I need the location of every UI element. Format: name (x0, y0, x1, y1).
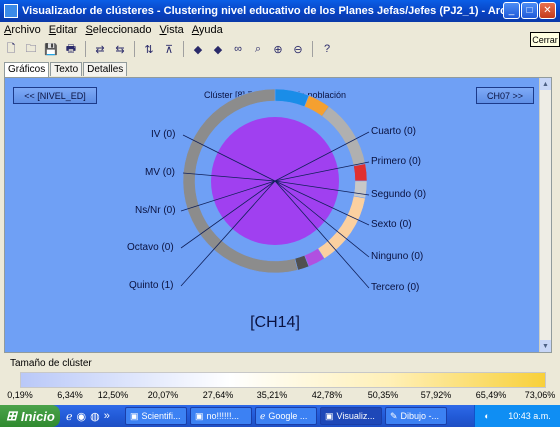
vertical-scrollbar[interactable]: ▲ ▼ (539, 78, 551, 352)
task-scientific[interactable]: ▣ Scientifi... (125, 407, 187, 425)
task-google[interactable]: ℯ Google ... (255, 407, 317, 425)
menu-archivo[interactable]: Archivo (4, 24, 41, 36)
task-label: Scientifi... (141, 411, 181, 421)
close-button[interactable]: ✕ (539, 2, 556, 19)
forward-icon[interactable]: ◆ (209, 40, 227, 58)
tab-detalles[interactable]: Detalles (83, 62, 128, 76)
size-tick: 35,21% (256, 390, 288, 400)
cluster-size-label: Tamaño de clúster (10, 358, 92, 369)
task-label: Google ... (268, 411, 308, 421)
size-tick: 73,06% (524, 390, 556, 400)
pie-label-sexto: Sexto (0) (371, 219, 412, 230)
task-label: no!!!!!!... (206, 411, 240, 421)
clock: 10:43 a.m. (508, 411, 551, 421)
taskbar: ⊞ Inicio ℯ ◉ ◍ » ▣ Scientifi... ▣ no!!!!!!… (0, 405, 560, 427)
cluster-size-gradient (20, 372, 546, 388)
print-icon[interactable]: 🖶 (62, 40, 80, 58)
size-tick: 50,35% (367, 390, 399, 400)
zoom-out-icon[interactable]: ⊖ (289, 40, 307, 58)
tab-texto[interactable]: Texto (50, 62, 83, 76)
size-tick: 20,07% (147, 390, 179, 400)
toolbar: 🗋 🗀 💾 🖶 ⇄ ⇆ ⇅ ⊼ ◆ ◆ ∞ ⌕ ⊕ ⊖ ? (2, 38, 336, 60)
task-icon: ▣ (325, 410, 334, 421)
ie-icon[interactable]: ℯ (66, 410, 73, 423)
tray-network-icon[interactable]: ◐ (484, 411, 489, 421)
new-icon[interactable]: 🗋 (2, 40, 20, 58)
task-label: Dibujo -... (400, 411, 440, 421)
scroll-up-arrow-icon[interactable]: ▲ (540, 78, 551, 90)
task-icon: ℯ (260, 410, 266, 421)
task-label: Visualiz... (336, 411, 375, 421)
view-tabs: Gráficos Texto Detalles (4, 62, 128, 77)
title-bar: Visualizador de clústeres - Clustering n… (0, 0, 560, 22)
toolbar-separator (183, 41, 184, 57)
cluster-pie-chart (180, 88, 370, 289)
app-icon (4, 4, 18, 18)
task-icon: ✎ (390, 410, 398, 421)
zoom-in-icon[interactable]: ⊕ (269, 40, 287, 58)
close-tooltip: Cerrar (530, 32, 560, 47)
quick-launch: ℯ ◉ ◍ » (60, 410, 122, 423)
swap-icon[interactable]: ⇄ (91, 40, 109, 58)
toolbar-separator (312, 41, 313, 57)
cluster-size-ticks: 0,19% 6,34% 12,50% 20,07% 27,64% 35,21% … (0, 390, 560, 404)
menu-vista[interactable]: Vista (160, 24, 184, 36)
size-tick: 12,50% (97, 390, 129, 400)
zoom-rect-icon[interactable]: ⌕ (249, 40, 267, 58)
toolbar-separator (134, 41, 135, 57)
pie-label-nsnr: Ns/Nr (0) (135, 205, 176, 216)
task-no[interactable]: ▣ no!!!!!!... (190, 407, 252, 425)
toolbar-separator (85, 41, 86, 57)
size-tick: 42,78% (311, 390, 343, 400)
pie-label-tercero: Tercero (0) (371, 282, 420, 293)
swap-alt-icon[interactable]: ⇆ (111, 40, 129, 58)
system-tray: ◐ 10:43 a.m. (474, 405, 560, 427)
filter-icon[interactable]: ⊼ (160, 40, 178, 58)
menu-ayuda[interactable]: Ayuda (192, 24, 223, 36)
pie-label-segundo: Segundo (0) (371, 189, 427, 200)
scroll-down-arrow-icon[interactable]: ▼ (540, 340, 551, 352)
size-tick: 0,19% (7, 390, 33, 400)
menu-seleccionado[interactable]: Seleccionado (85, 24, 151, 36)
pie-label-mv: MV (0) (145, 167, 175, 178)
size-tick: 6,34% (57, 390, 83, 400)
menu-editar[interactable]: Editar (49, 24, 78, 36)
minimize-button[interactable]: _ (503, 2, 520, 19)
cluster-center-label: [CH14] (250, 314, 300, 331)
size-tick: 65,49% (475, 390, 507, 400)
tab-graficos[interactable]: Gráficos (4, 62, 50, 77)
pie-label-ninguno: Ninguno (0) (371, 251, 424, 262)
maximize-button[interactable]: □ (521, 2, 538, 19)
window-title: Visualizador de clústeres - Clustering n… (22, 5, 508, 17)
start-button[interactable]: ⊞ Inicio (0, 405, 60, 427)
find-binoculars-icon[interactable]: ∞ (229, 40, 247, 58)
task-icon: ▣ (130, 410, 139, 421)
pie-label-cuarto: Cuarto (0) (371, 126, 417, 137)
pie-label-octavo: Octavo (0) (127, 242, 174, 253)
firefox-icon[interactable]: ◍ (90, 410, 100, 423)
outer-slice-ninguno (353, 180, 368, 199)
pie-label-quinto: Quinto (1) (129, 280, 174, 291)
sort-icon[interactable]: ⇅ (140, 40, 158, 58)
windows-logo-icon: ⊞ (6, 408, 17, 423)
overflow-chevron-icon[interactable]: » (104, 410, 110, 423)
pie-label-iv: IV (0) (151, 129, 176, 140)
start-label: Inicio (20, 408, 55, 424)
task-dibujo[interactable]: ✎ Dibujo -... (385, 407, 447, 425)
task-visualizador[interactable]: ▣ Visualiz... (320, 407, 382, 425)
size-tick: 57,92% (420, 390, 452, 400)
chart-panel: << [NIVEL_ED] CH07 >> Clúster [8] 7, 0,1… (4, 77, 552, 353)
menu-bar: Archivo Editar Seleccionado Vista Ayuda (0, 22, 560, 38)
browser-icon[interactable]: ◉ (77, 410, 87, 423)
task-icon: ▣ (195, 410, 204, 421)
back-icon[interactable]: ◆ (189, 40, 207, 58)
size-tick: 27,64% (202, 390, 234, 400)
outer-slice-sexto (353, 163, 368, 182)
pie-label-primero: Primero (0) (371, 156, 422, 167)
help-icon[interactable]: ? (318, 40, 336, 58)
open-folder-icon[interactable]: 🗀 (22, 40, 40, 58)
save-icon[interactable]: 💾 (42, 40, 60, 58)
